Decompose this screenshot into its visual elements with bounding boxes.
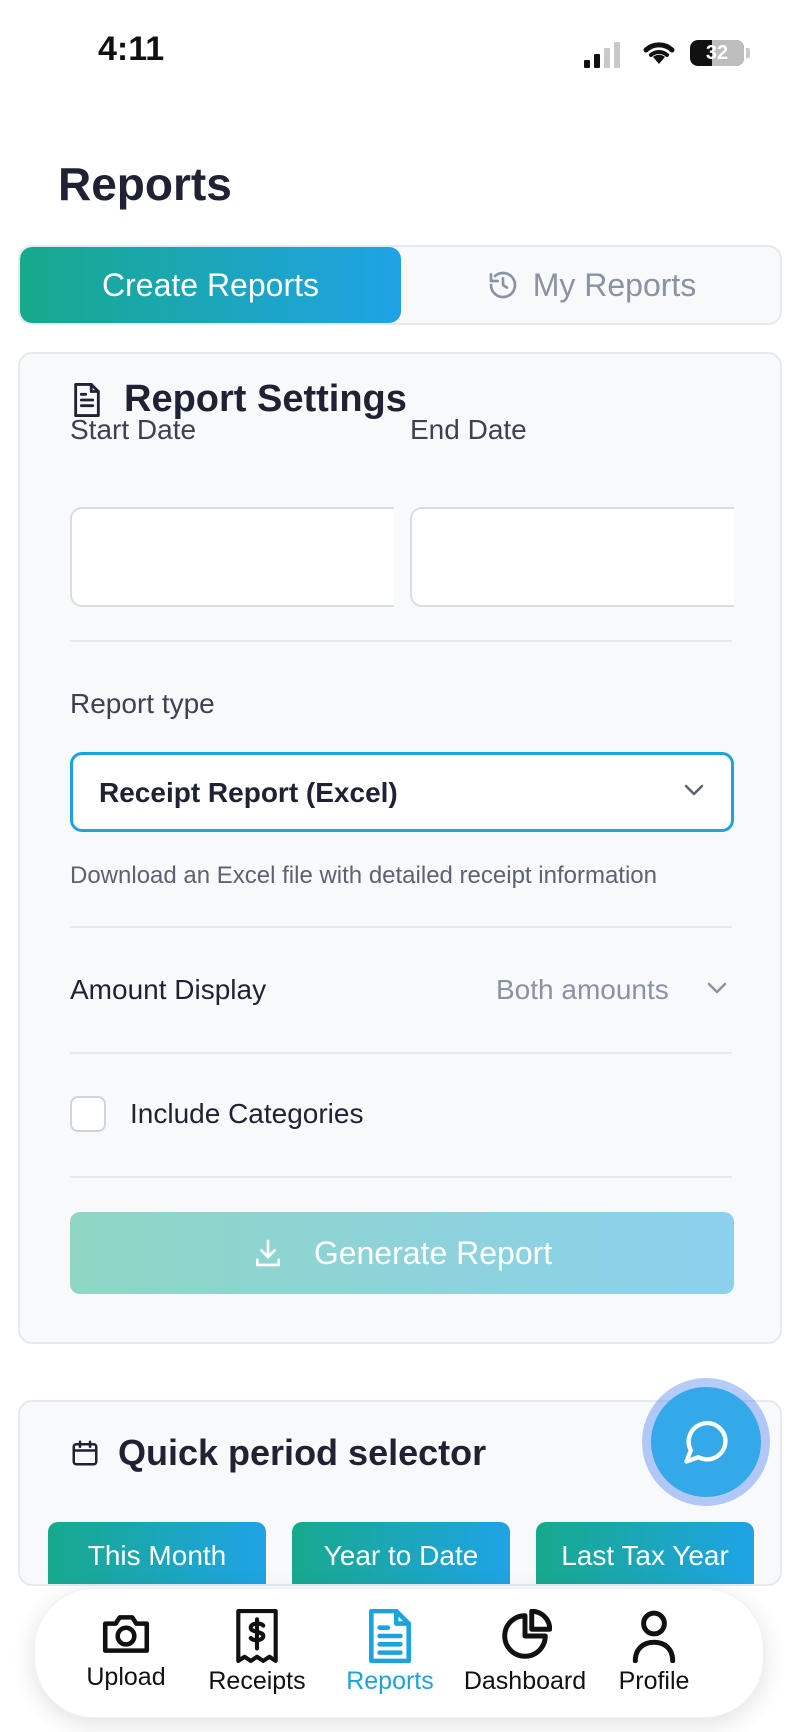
amount-display-select[interactable]: Both amounts bbox=[496, 974, 669, 1006]
start-date-input[interactable] bbox=[70, 507, 394, 607]
calendar-icon bbox=[72, 1440, 98, 1466]
nav-label-dashboard: Dashboard bbox=[463, 1667, 587, 1695]
chevron-down-icon bbox=[684, 784, 704, 796]
nav-item-receipts[interactable]: Receipts bbox=[182, 1609, 332, 1696]
receipt-icon bbox=[236, 1609, 278, 1663]
include-categories-label: Include Categories bbox=[130, 1098, 364, 1129]
chevron-down-icon[interactable] bbox=[706, 981, 728, 995]
quick-period-header: Quick period selector bbox=[70, 1432, 486, 1474]
report-type-select[interactable]: Receipt Report (Excel) bbox=[70, 752, 734, 832]
battery-icon: 32 bbox=[690, 40, 744, 66]
report-type-label: Report type bbox=[70, 688, 215, 719]
report-type-value: Receipt Report (Excel) bbox=[99, 777, 398, 808]
pie-chart-icon bbox=[502, 1609, 552, 1659]
year-to-date-label: Year to Date bbox=[323, 1540, 479, 1571]
battery-level: 32 bbox=[705, 42, 729, 64]
nav-label-receipts: Receipts bbox=[208, 1667, 306, 1695]
end-date-input[interactable] bbox=[410, 507, 734, 607]
chat-bubble-icon bbox=[684, 1421, 728, 1464]
nav-item-upload[interactable]: Upload bbox=[51, 1609, 201, 1692]
end-date-label: End Date bbox=[410, 414, 527, 445]
nav-label-upload: Upload bbox=[86, 1663, 166, 1691]
nav-label-profile: Profile bbox=[618, 1667, 690, 1695]
nav-label-reports: Reports bbox=[346, 1667, 434, 1695]
generate-report-button[interactable]: Generate Report bbox=[70, 1212, 734, 1294]
divider bbox=[70, 640, 732, 642]
user-icon bbox=[632, 1610, 676, 1663]
chat-button[interactable] bbox=[651, 1387, 761, 1497]
history-icon bbox=[489, 271, 517, 299]
amount-display-label: Amount Display bbox=[70, 974, 267, 1005]
tab-my-reports-label: My Reports bbox=[532, 266, 697, 303]
report-settings-card: Report Settings Start Date End Date Repo… bbox=[18, 352, 782, 1344]
this-month-label: This Month bbox=[87, 1540, 227, 1571]
this-month-button[interactable]: This Month bbox=[48, 1522, 266, 1584]
wifi-icon bbox=[643, 42, 675, 64]
divider bbox=[70, 926, 732, 928]
quick-period-title: Quick period selector bbox=[118, 1432, 487, 1473]
bottom-nav: Upload Receipts Reports Dashboard Profil… bbox=[34, 1588, 764, 1718]
tab-create-reports-label: Create Reports bbox=[102, 266, 319, 303]
nav-item-reports[interactable]: Reports bbox=[315, 1609, 465, 1696]
camera-icon bbox=[102, 1615, 150, 1653]
tab-my-reports[interactable]: My Reports bbox=[401, 247, 780, 323]
report-type-help: Download an Excel file with detailed rec… bbox=[70, 862, 657, 889]
last-tax-year-button[interactable]: Last Tax Year bbox=[536, 1522, 754, 1584]
tab-create-reports[interactable]: Create Reports bbox=[20, 247, 401, 323]
divider bbox=[70, 1052, 732, 1054]
generate-report-label: Generate Report bbox=[313, 1234, 553, 1271]
document-icon bbox=[74, 382, 100, 417]
year-to-date-button[interactable]: Year to Date bbox=[292, 1522, 510, 1584]
divider bbox=[70, 1176, 732, 1178]
nav-item-profile[interactable]: Profile bbox=[579, 1609, 729, 1696]
download-icon bbox=[255, 1239, 280, 1267]
last-tax-year-label: Last Tax Year bbox=[561, 1540, 729, 1571]
status-bar: 4:11 32 bbox=[0, 0, 800, 110]
report-tabs: Create Reports My Reports bbox=[18, 245, 782, 325]
document-icon bbox=[369, 1609, 411, 1663]
nav-item-dashboard[interactable]: Dashboard bbox=[450, 1609, 600, 1696]
cellular-signal-icon bbox=[584, 42, 620, 68]
page-title: Reports bbox=[58, 158, 232, 210]
start-date-label: Start Date bbox=[70, 414, 197, 445]
include-categories-checkbox[interactable] bbox=[70, 1096, 106, 1132]
status-time: 4:11 bbox=[98, 30, 165, 68]
